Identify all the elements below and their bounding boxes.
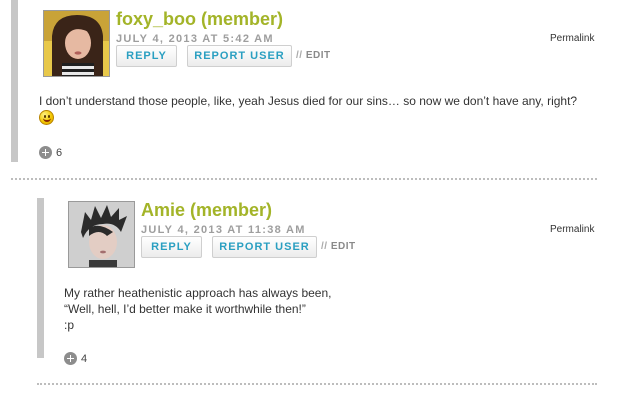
comment-left-bar — [37, 198, 44, 358]
vote-count: 6 — [56, 146, 63, 159]
avatar-image — [44, 11, 109, 76]
edit-link[interactable]: // EDIT — [321, 241, 356, 252]
smiley-icon — [39, 110, 54, 125]
reply-button[interactable]: REPLY — [141, 236, 202, 258]
reply-button[interactable]: REPLY — [116, 45, 177, 67]
vote-widget: 4 — [64, 352, 87, 365]
plus-icon[interactable] — [64, 352, 77, 365]
comment-line: “Well, hell, I’d better make it worthwhi… — [64, 302, 306, 316]
comment-line: I don’t understand those people, like, y… — [39, 94, 578, 108]
avatar-image — [69, 202, 134, 267]
comment-date: JULY 4, 2013 AT 5:42 AM — [116, 33, 274, 45]
edit-label: EDIT — [330, 241, 356, 252]
permalink-link[interactable]: Permalink — [550, 224, 594, 235]
comment-line: :p — [64, 318, 75, 332]
plus-icon[interactable] — [39, 146, 52, 159]
report-user-button[interactable]: REPORT USER — [187, 45, 292, 67]
comment: foxy_boo (member) JULY 4, 2013 AT 5:42 A… — [0, 0, 621, 170]
author-name[interactable]: foxy_boo (member) — [116, 9, 283, 30]
comment-body: I don’t understand those people, like, y… — [39, 93, 614, 109]
vote-widget: 6 — [39, 146, 62, 159]
avatar[interactable] — [43, 10, 110, 77]
comment-date: JULY 4, 2013 AT 11:38 AM — [141, 224, 306, 236]
author-name[interactable]: Amie (member) — [141, 200, 272, 221]
comment-divider — [37, 383, 597, 385]
edit-separator: // — [321, 241, 328, 252]
comment-reply: Amie (member) JULY 4, 2013 AT 11:38 AM R… — [0, 190, 621, 375]
vote-count: 4 — [81, 352, 88, 365]
edit-label: EDIT — [305, 50, 331, 61]
comment-divider — [11, 178, 597, 180]
edit-link[interactable]: // EDIT — [296, 50, 331, 61]
edit-separator: // — [296, 50, 303, 61]
comment-left-bar — [11, 0, 18, 162]
comment-line: My rather heathenistic approach has alwa… — [64, 286, 332, 300]
permalink-link[interactable]: Permalink — [550, 33, 594, 44]
comment-body: My rather heathenistic approach has alwa… — [64, 285, 604, 333]
report-user-button[interactable]: REPORT USER — [212, 236, 317, 258]
avatar[interactable] — [68, 201, 135, 268]
